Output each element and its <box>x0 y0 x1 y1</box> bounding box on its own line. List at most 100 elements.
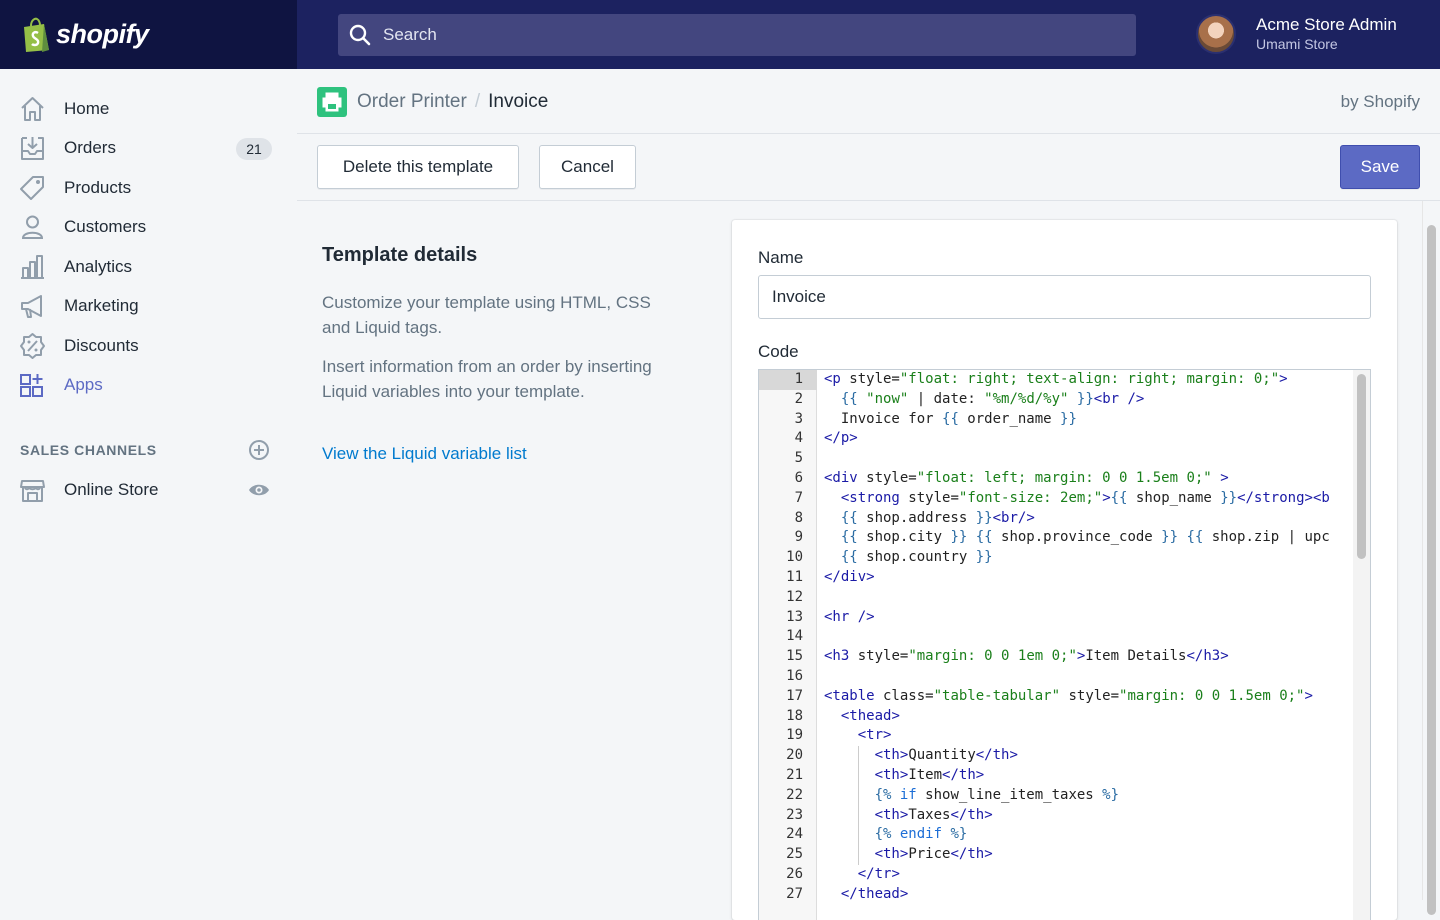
code-text: <th>Taxes</th> <box>874 806 993 823</box>
line-number: 6 <box>794 470 803 486</box>
code-text: <table class="table-tabular" style="marg… <box>824 687 1313 704</box>
code-text: <tr> <box>857 727 892 744</box>
line-number: 18 <box>786 707 803 724</box>
liquid-variable-list-link[interactable]: View the Liquid variable list <box>322 444 527 464</box>
code-line[interactable]: 23 <th>Taxes</th> <box>759 806 1352 826</box>
code-line[interactable]: 18 <thead> <box>759 707 1352 727</box>
sidebar-item-discounts[interactable]: Discounts <box>0 326 297 366</box>
breadcrumb-app[interactable]: Order Printer <box>357 91 467 113</box>
code-line[interactable]: 21 <th>Item</th> <box>759 766 1352 786</box>
page-header: Order Printer / Invoice by Shopify <box>297 69 1440 134</box>
code-line[interactable]: 22 {% if show_line_item_taxes %} <box>759 786 1352 806</box>
code-text: <p style="float: right; text-align: righ… <box>824 371 1288 387</box>
editor-scrollbar-thumb[interactable] <box>1357 374 1366 559</box>
add-circle-icon[interactable] <box>248 439 270 461</box>
line-number: 11 <box>786 569 803 585</box>
code-line[interactable]: 24 {% endif %} <box>759 825 1352 845</box>
code-line[interactable]: 15 <h3 style="margin: 0 0 1em 0;">Item De… <box>759 647 1352 667</box>
code-line[interactable]: 17 <table class="table-tabular" style="ma… <box>759 687 1352 707</box>
sidebar-item-products[interactable]: Products <box>0 168 297 208</box>
sidebar-item-orders[interactable]: Orders 21 <box>0 128 297 168</box>
sidebar-item-analytics[interactable]: Analytics <box>0 247 297 287</box>
sidebar-item-customers[interactable]: Customers <box>0 207 297 247</box>
megaphone-icon <box>21 295 42 318</box>
line-number: 20 <box>786 747 803 764</box>
page-scrollbar[interactable] <box>1422 201 1440 915</box>
line-number: 14 <box>786 628 803 645</box>
code-line[interactable]: 10 {{ shop.country }} <box>759 548 1352 568</box>
code-line[interactable]: 27 </thead> <box>759 885 1352 905</box>
code-text: {{ "now" | date: "%m/%d/%y" }}<br /> <box>840 390 1145 407</box>
code-line[interactable]: 4 </p> <box>759 429 1352 449</box>
code-line[interactable]: 13 <hr /> <box>759 608 1352 628</box>
code-line[interactable]: 14 <box>759 627 1352 647</box>
user-name: Acme Store Admin <box>1256 15 1397 34</box>
sidebar-item-home[interactable]: Home <box>0 89 297 129</box>
home-icon <box>21 97 44 121</box>
code-line[interactable]: 3 Invoice for {{ order_name }} <box>759 410 1352 430</box>
sidebar-item-online-store[interactable]: Online Store <box>0 470 297 510</box>
line-number: 27 <box>786 885 803 902</box>
code-line[interactable]: 16 <box>759 667 1352 687</box>
code-line[interactable]: 1 <p style="float: right; text-align: rig… <box>759 370 1352 390</box>
eye-icon[interactable] <box>248 481 270 499</box>
line-number: 16 <box>786 668 803 684</box>
user-menu[interactable]: Acme Store Admin Umami Store <box>1196 14 1397 54</box>
code-text: {% endif %} <box>874 826 968 843</box>
code-text: <hr /> <box>824 608 875 625</box>
code-line[interactable]: 2 {{ "now" | date: "%m/%d/%y" }}<br /> <box>759 390 1352 410</box>
code-editor[interactable]: 1 <p style="float: right; text-align: rig… <box>758 369 1371 920</box>
bar-chart-icon <box>21 255 44 279</box>
sidebar-item-label: Orders <box>64 138 116 157</box>
code-line[interactable]: 9 {{ shop.city }} {{ shop.province_code … <box>759 528 1352 548</box>
line-number: 24 <box>786 826 803 843</box>
code-text: {% if show_line_item_taxes %} <box>874 786 1120 803</box>
line-number: 19 <box>786 727 803 744</box>
code-line[interactable]: 26 </tr> <box>759 865 1352 885</box>
editor-scrollbar[interactable] <box>1353 370 1370 920</box>
sidebar-item-label: Home <box>64 99 110 118</box>
code-line[interactable]: 20 <th>Quantity</th> <box>759 746 1352 766</box>
code-text: <thead> <box>840 707 900 724</box>
breadcrumb: Order Printer / Invoice <box>357 91 548 113</box>
code-line[interactable]: 19 <tr> <box>759 726 1352 746</box>
sidebar-item-marketing[interactable]: Marketing <box>0 286 297 326</box>
template-name-input[interactable] <box>758 275 1371 319</box>
breadcrumb-separator: / <box>474 91 481 112</box>
code-line[interactable]: 12 <box>759 588 1352 608</box>
page-scrollbar-thumb[interactable] <box>1427 225 1436 915</box>
tag-icon <box>20 176 44 200</box>
sidebar-item-label: Analytics <box>64 257 133 276</box>
code-line[interactable]: 7 <strong style="font-size: 2em;">{{ sho… <box>759 489 1352 509</box>
sidebar-item-apps[interactable]: Apps <box>0 365 297 405</box>
code-text: <th>Item</th> <box>874 767 985 783</box>
cancel-button[interactable]: Cancel <box>539 145 636 189</box>
code-text: <div style="float: left; margin: 0 0 1.5… <box>824 470 1229 486</box>
search-bar[interactable] <box>338 14 1136 56</box>
orders-count-badge: 21 <box>236 138 272 160</box>
sidebar-item-label: Discounts <box>64 336 139 355</box>
code-text: {{ shop.city }} {{ shop.province_code }}… <box>840 529 1330 546</box>
sidebar-item-label: Apps <box>64 375 103 394</box>
code-line[interactable]: 6 <div style="float: left; margin: 0 0 1.… <box>759 469 1352 489</box>
apps-icon <box>20 374 43 397</box>
name-label: Name <box>758 248 804 267</box>
code-line[interactable]: 8 {{ shop.address }}<br/> <box>759 509 1352 529</box>
indent-guide <box>858 746 859 865</box>
code-line[interactable]: 25 <th>Price</th> <box>759 845 1352 865</box>
logo-wordmark: shopify <box>56 19 149 49</box>
code-line[interactable]: 11 </div> <box>759 568 1352 588</box>
code-line[interactable]: 5 <box>759 449 1352 469</box>
delete-template-button[interactable]: Delete this template <box>317 145 519 189</box>
avatar <box>1196 14 1236 54</box>
search-input[interactable] <box>383 25 1083 45</box>
shopify-logo[interactable]: shopify <box>0 0 297 69</box>
details-paragraph: Customize your template using HTML, CSS … <box>322 293 651 337</box>
line-number: 17 <box>786 687 803 704</box>
code-text: </div> <box>824 569 875 585</box>
search-icon <box>349 24 371 46</box>
save-button[interactable]: Save <box>1340 145 1420 189</box>
store-name: Umami Store <box>1256 36 1338 52</box>
line-number: 25 <box>786 846 803 863</box>
orders-icon <box>21 137 44 160</box>
